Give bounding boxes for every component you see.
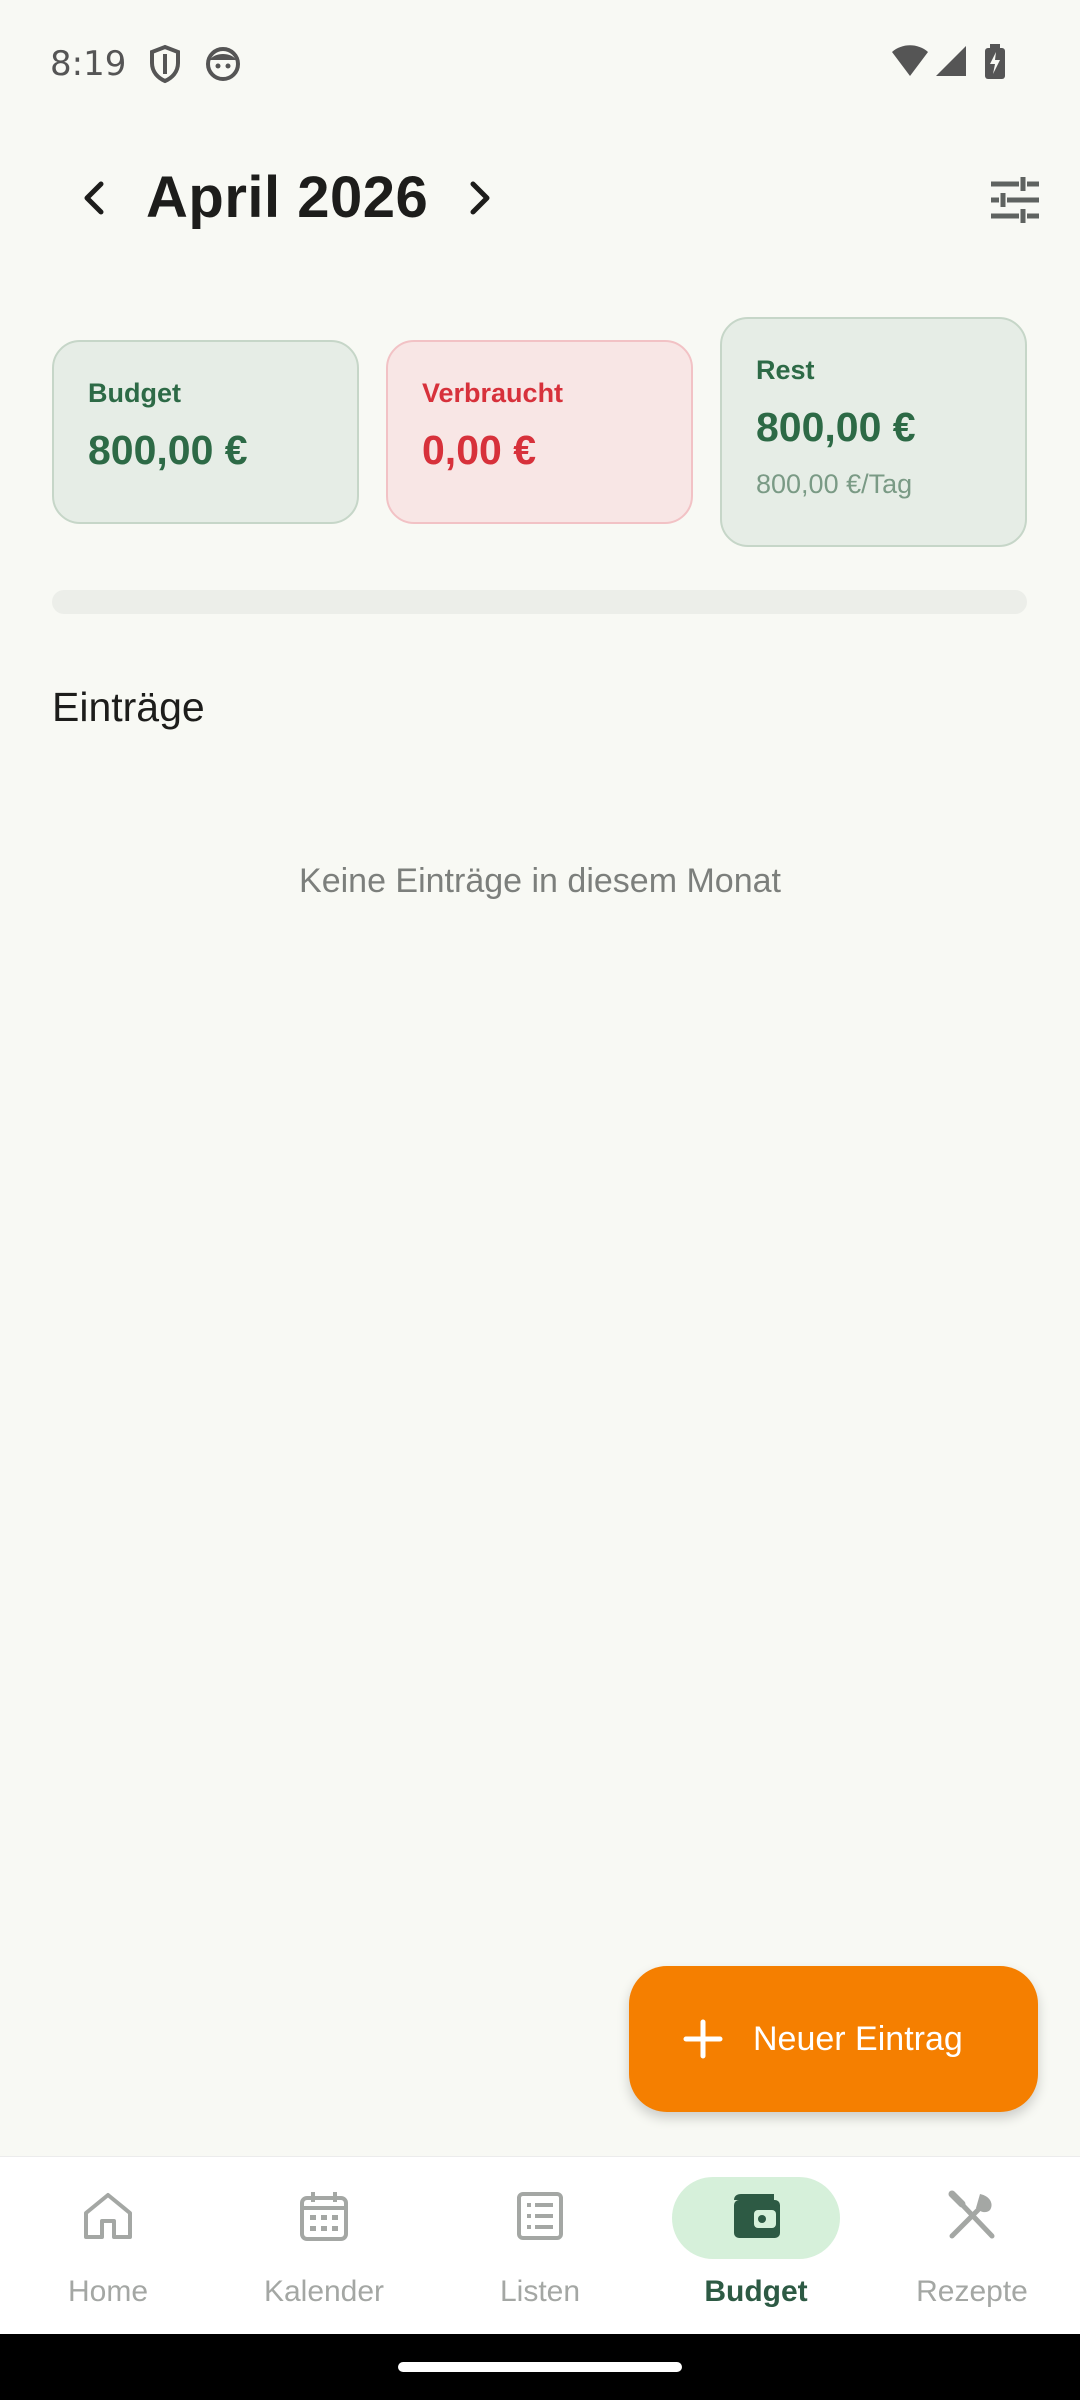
rest-value: 800,00 € bbox=[756, 404, 916, 450]
utensils-icon bbox=[946, 2190, 998, 2247]
calendar-icon bbox=[299, 2190, 349, 2247]
bottom-navigation: Home Kalender Listen Budget Rezepte bbox=[0, 2156, 1080, 2335]
empty-state-message: Keine Einträge in diesem Monat bbox=[299, 862, 781, 900]
tune-icon bbox=[989, 176, 1041, 229]
status-time: 8:19 bbox=[50, 44, 127, 84]
list-icon bbox=[516, 2191, 564, 2246]
month-header: April 2026 bbox=[0, 150, 1080, 250]
budget-label: Budget bbox=[88, 378, 181, 408]
entries-heading: Einträge bbox=[52, 684, 205, 730]
face-icon bbox=[204, 44, 242, 82]
nav-item-kalender[interactable]: Kalender bbox=[216, 2157, 432, 2335]
status-bar: 8:19 bbox=[0, 0, 1080, 130]
rest-card: Rest 800,00 € 800,00 €/Tag bbox=[720, 317, 1027, 547]
signal-icon bbox=[934, 44, 968, 78]
battery-charging-icon bbox=[984, 44, 1006, 80]
spent-card: Verbraucht 0,00 € bbox=[386, 340, 693, 524]
budget-progress-bar bbox=[52, 590, 1027, 614]
new-entry-button[interactable]: Neuer Eintrag bbox=[629, 1966, 1038, 2112]
chevron-left-icon bbox=[79, 178, 109, 223]
month-title: April 2026 bbox=[146, 165, 429, 230]
rest-per-day: 800,00 €/Tag bbox=[756, 469, 913, 499]
nav-label-budget: Budget bbox=[704, 2275, 808, 2308]
nav-item-home[interactable]: Home bbox=[0, 2157, 216, 2335]
home-icon bbox=[82, 2191, 134, 2246]
budget-card[interactable]: Budget 800,00 € bbox=[52, 340, 359, 524]
new-entry-label: Neuer Eintrag bbox=[753, 2019, 963, 2058]
chevron-right-icon bbox=[465, 178, 495, 223]
nav-item-budget[interactable]: Budget bbox=[648, 2157, 864, 2335]
previous-month-button[interactable] bbox=[66, 172, 122, 228]
shield-icon bbox=[148, 44, 182, 84]
nav-label-listen: Listen bbox=[499, 2275, 581, 2308]
nav-label-kalender: Kalender bbox=[263, 2275, 385, 2308]
plus-icon bbox=[681, 2017, 725, 2061]
nav-item-listen[interactable]: Listen bbox=[432, 2157, 648, 2335]
gesture-handle[interactable] bbox=[398, 2362, 682, 2372]
filter-button[interactable] bbox=[985, 172, 1045, 232]
active-nav-pill bbox=[672, 2177, 840, 2259]
wifi-icon bbox=[890, 44, 930, 78]
spent-value: 0,00 € bbox=[422, 427, 536, 473]
nav-item-rezepte[interactable]: Rezepte bbox=[864, 2157, 1080, 2335]
wallet-icon bbox=[730, 2192, 782, 2245]
nav-label-rezepte: Rezepte bbox=[916, 2275, 1028, 2308]
spent-label: Verbraucht bbox=[422, 378, 564, 408]
nav-label-home: Home bbox=[67, 2275, 149, 2308]
rest-label: Rest bbox=[756, 355, 815, 385]
next-month-button[interactable] bbox=[452, 172, 508, 228]
budget-value: 800,00 € bbox=[88, 427, 248, 473]
